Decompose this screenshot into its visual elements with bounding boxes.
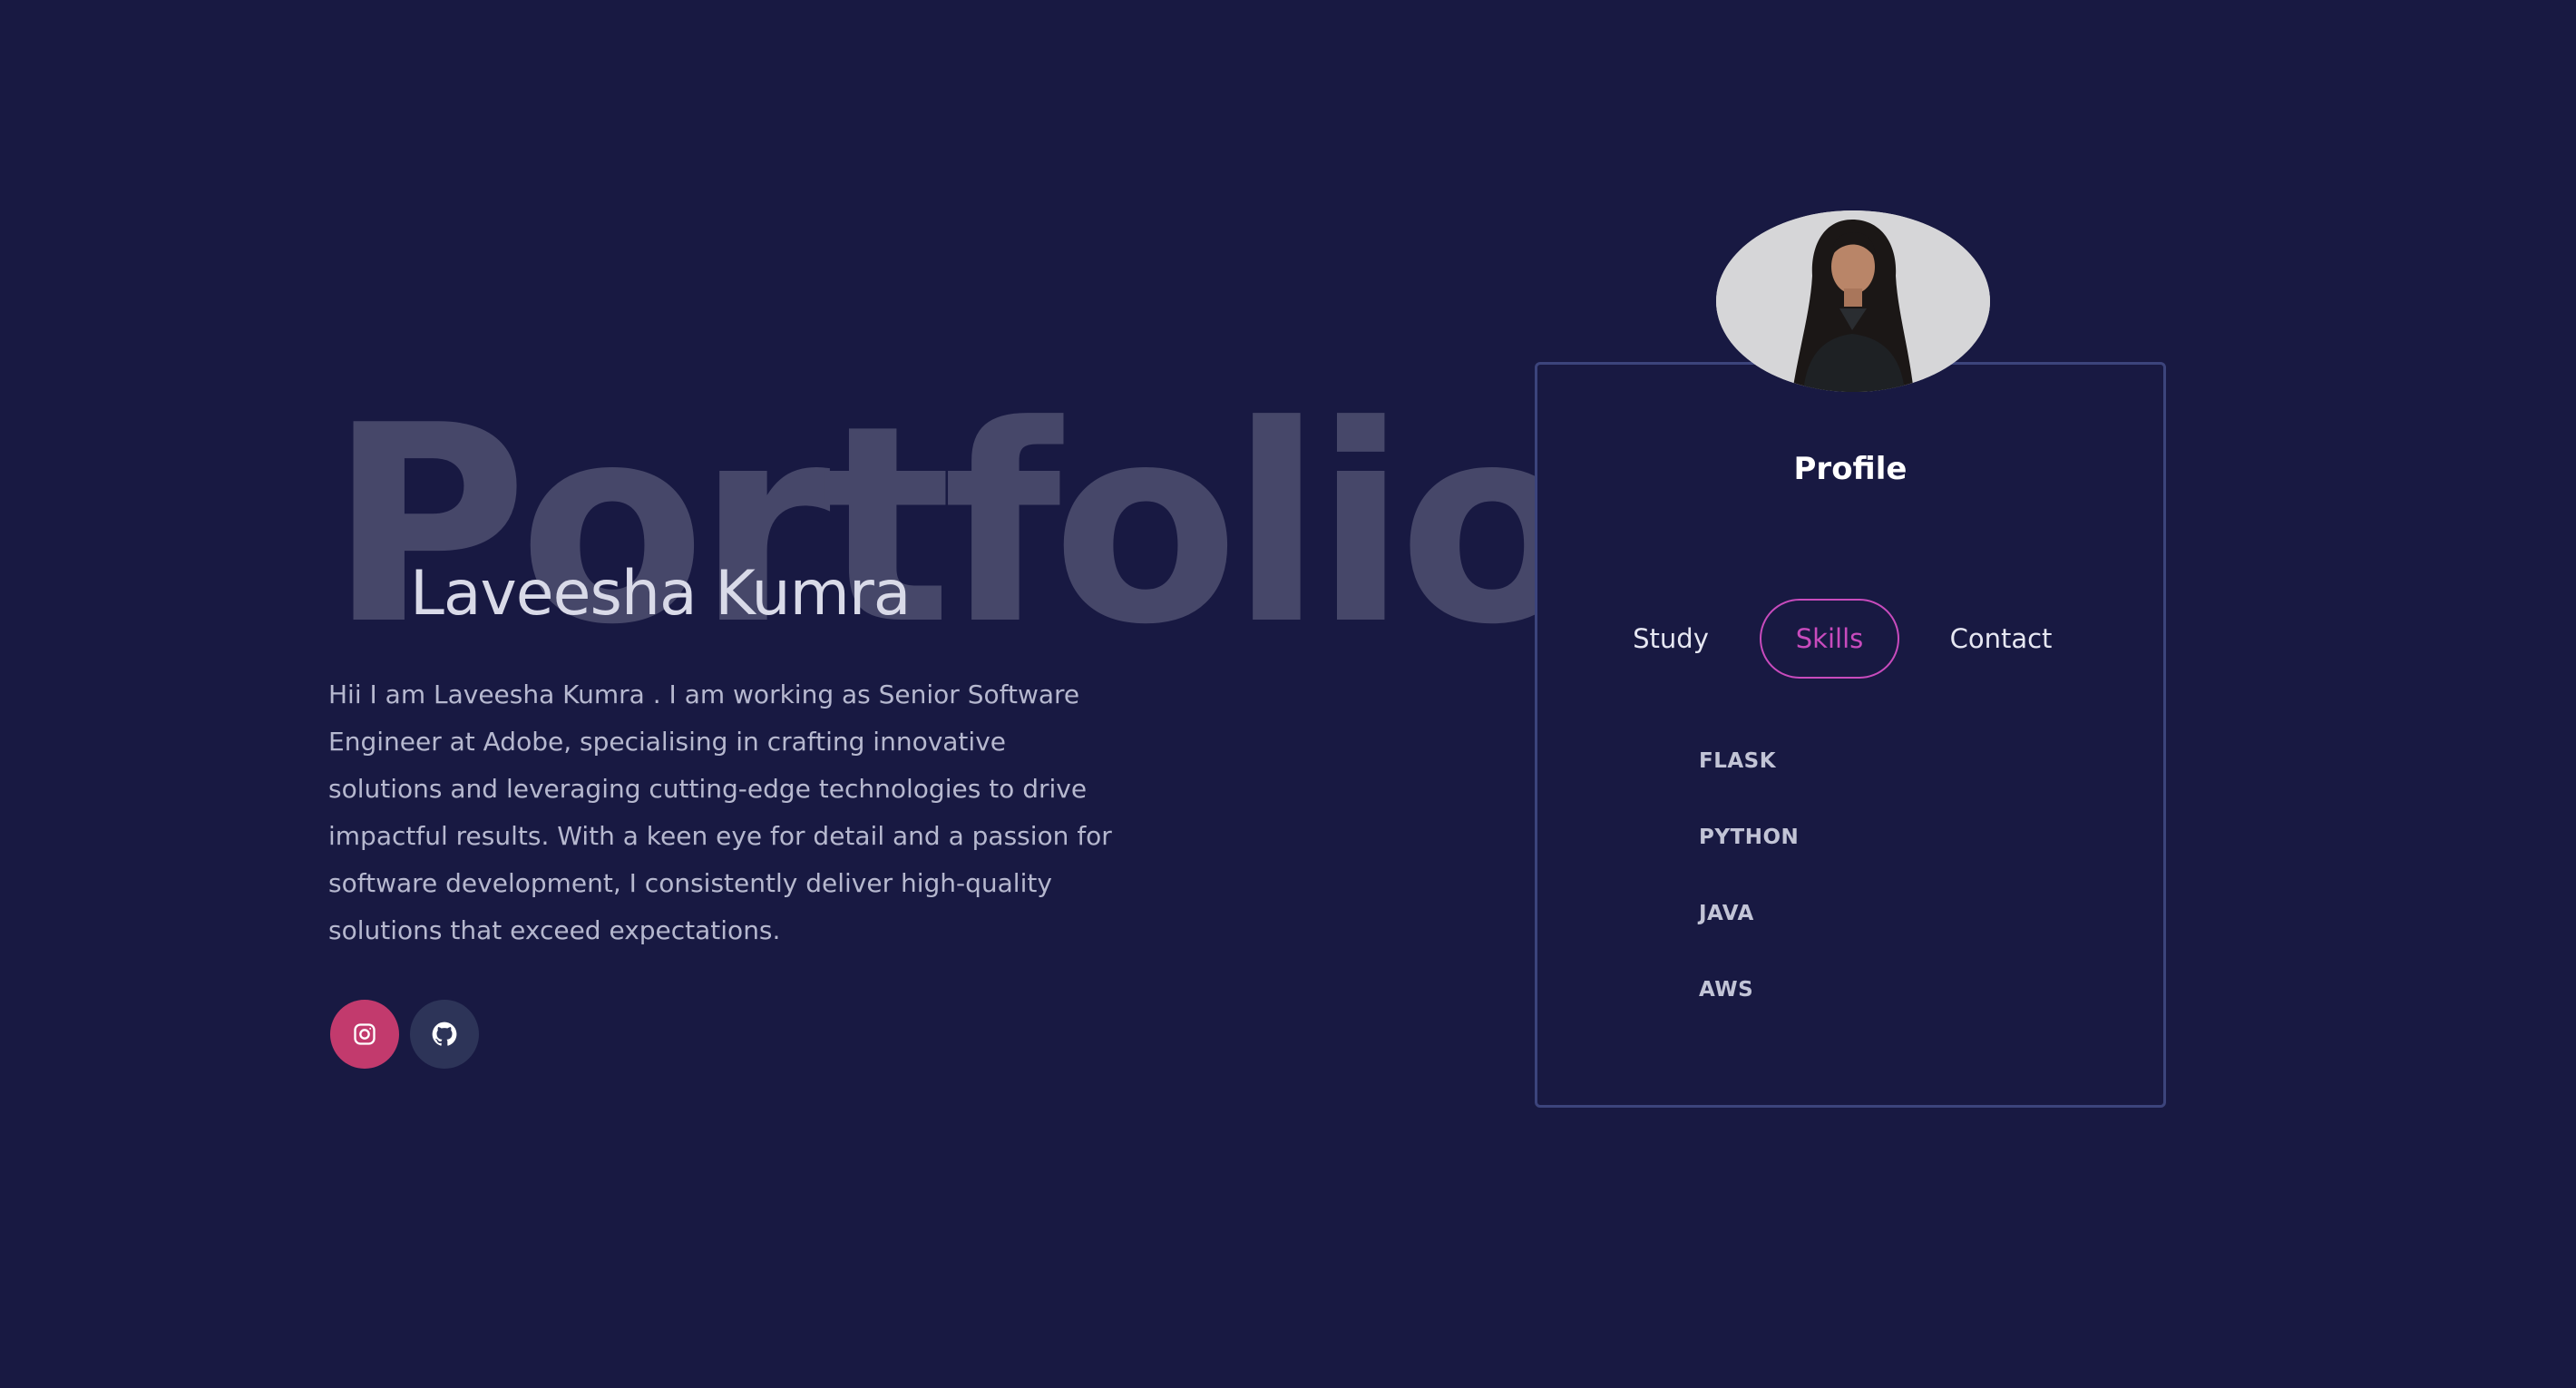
github-button[interactable] [410,1000,479,1069]
skills-list: FLASK PYTHON JAVA AWS [1699,749,1799,1054]
tab-skills[interactable]: Skills [1760,599,1899,679]
page: Portfolio Laveesha Kumra Hii I am Lavees… [0,0,2576,1388]
profile-card: Profile Study Skills Contact FLASK PYTHO… [1535,362,2166,1108]
list-item: JAVA [1699,902,1754,925]
tab-contact[interactable]: Contact [1942,599,2060,679]
profile-tabs: Study Skills Contact [1537,599,2163,680]
avatar-portrait [1716,210,1990,392]
list-item: PYTHON [1699,826,1800,849]
instagram-button[interactable] [330,1000,399,1069]
owner-name: Laveesha Kumra [410,558,911,630]
instagram-icon [354,1023,376,1045]
tab-study[interactable]: Study [1621,599,1721,679]
card-title: Profile [1793,451,1908,487]
list-item: FLASK [1699,749,1777,773]
github-icon [432,1021,457,1046]
bio-text: Hii I am Laveesha Kumra . I am working a… [328,679,1112,945]
list-item: AWS [1699,978,1754,1002]
social-links [330,1000,479,1069]
profile-avatar [1716,210,1990,392]
